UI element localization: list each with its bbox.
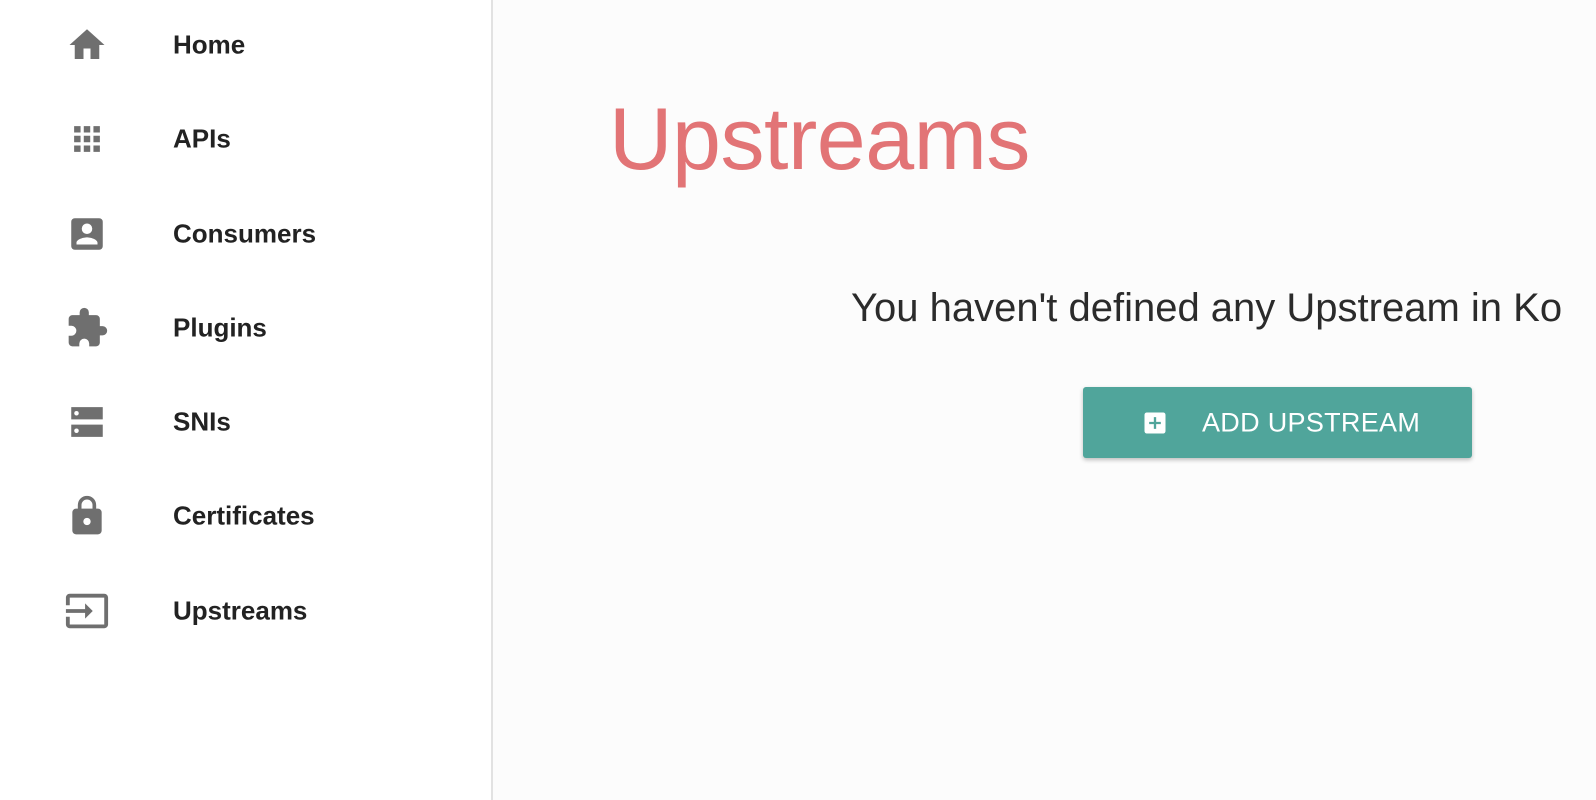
home-icon: [64, 22, 110, 68]
sidebar-item-home[interactable]: Home: [0, 15, 491, 75]
sidebar-item-plugins[interactable]: Plugins: [0, 298, 491, 358]
sidebar-item-certificates[interactable]: Certificates: [0, 486, 491, 546]
add-upstream-button-label: ADD UPSTREAM: [1202, 407, 1421, 437]
sidebar-item-apis[interactable]: APIs: [0, 109, 491, 169]
app-window: Home APIs Consumers Plugins SNIs Certifi…: [0, 0, 1596, 800]
sidebar-item-label: Consumers: [173, 218, 317, 249]
sidebar-item-label: APIs: [173, 123, 231, 154]
lock-icon: [64, 493, 110, 539]
sidebar-item-consumers[interactable]: Consumers: [0, 204, 491, 264]
main-content: Upstreams You haven't defined any Upstre…: [493, 0, 1596, 800]
add-box-icon: [1141, 409, 1169, 437]
empty-state-message: You haven't defined any Upstream in Ko: [851, 286, 1563, 330]
sidebar-item-label: Home: [173, 29, 246, 60]
page-title: Upstreams: [609, 89, 1030, 188]
account-box-icon: [64, 211, 110, 257]
sidebar-item-upstreams[interactable]: Upstreams: [0, 581, 491, 641]
sidebar-item-snis[interactable]: SNIs: [0, 392, 491, 452]
sidebar-item-label: Plugins: [173, 312, 267, 343]
input-arrow-icon: [64, 588, 110, 634]
server-storage-icon: [64, 399, 110, 445]
add-upstream-button[interactable]: ADD UPSTREAM: [1083, 387, 1472, 458]
sidebar: Home APIs Consumers Plugins SNIs Certifi…: [0, 0, 493, 800]
apps-grid-icon: [64, 116, 110, 162]
sidebar-item-label: Upstreams: [173, 595, 308, 626]
sidebar-item-label: SNIs: [173, 406, 231, 437]
sidebar-item-label: Certificates: [173, 500, 315, 531]
puzzle-extension-icon: [64, 305, 110, 351]
